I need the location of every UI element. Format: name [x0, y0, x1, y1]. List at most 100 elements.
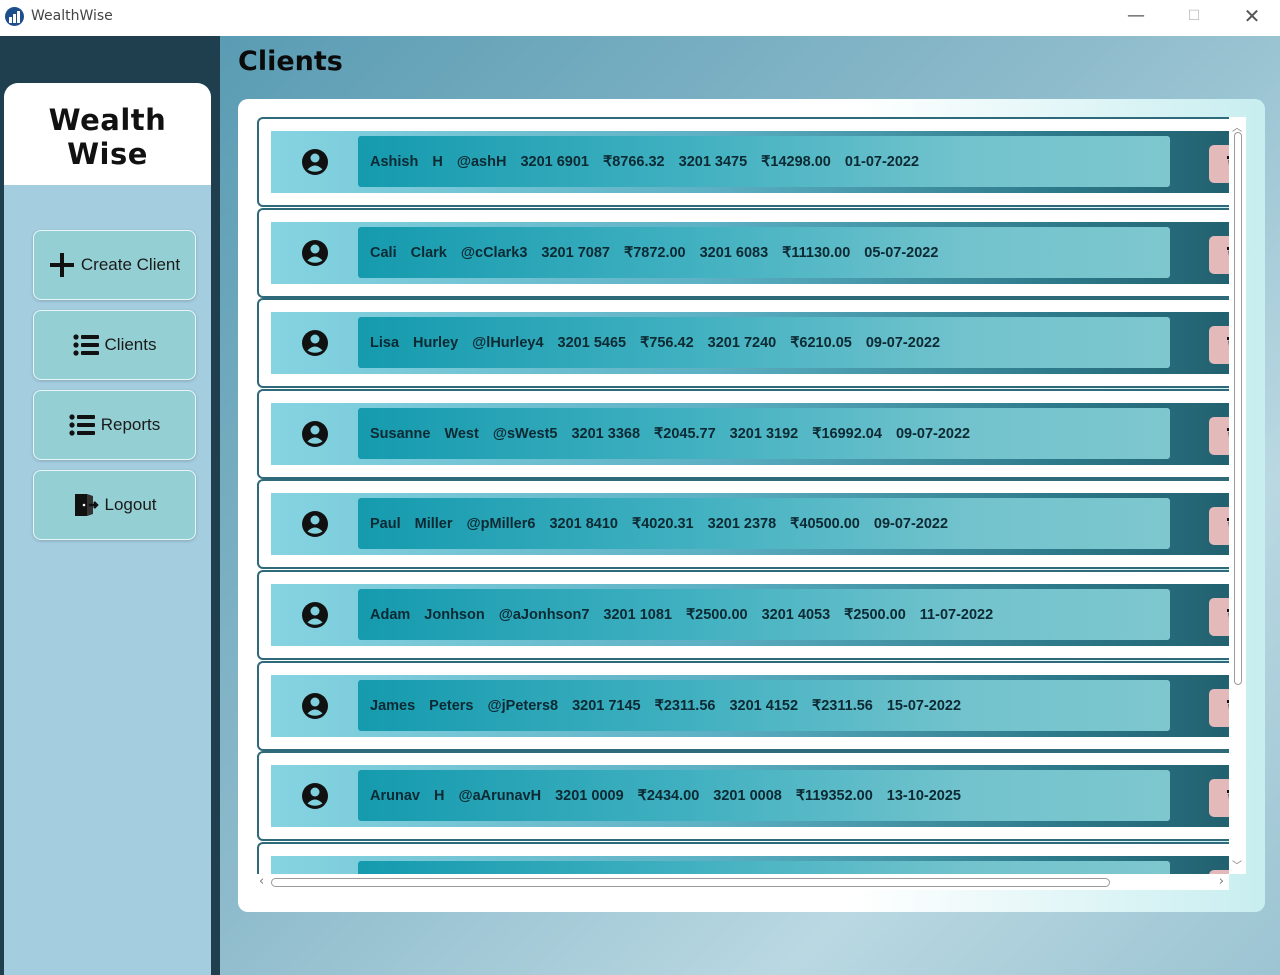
logout-button[interactable]: Logout [33, 470, 196, 540]
client-account2: 3201 2378 [707, 515, 777, 532]
reports-label: Reports [100, 415, 161, 434]
client-handle: @ashH [456, 153, 507, 170]
client-balance1: ₹2045.77 [654, 425, 716, 442]
client-account2: 3201 3475 [678, 153, 748, 170]
client-row-band: Paul Miller @pMiller6 3201 8410 ₹4020.31 3201… [271, 493, 1229, 555]
delete-client-button[interactable] [1209, 689, 1229, 727]
plus-icon [49, 253, 74, 277]
horizontal-scroll-thumb[interactable] [271, 878, 1110, 887]
client-row-band: Susanne West @sWest5 3201 3368 ₹2045.77 3201 … [271, 403, 1229, 465]
delete-client-button[interactable] [1209, 779, 1229, 817]
client-info[interactable]: Arunav H @aArunavH 3201 0009 ₹2434.00 3201 00… [358, 770, 1170, 821]
scroll-right-icon[interactable]: › [1219, 874, 1224, 889]
client-first: Paul [370, 515, 401, 532]
client-list[interactable]: Ashish H @ashH 3201 6901 ₹8766.32 3201 3475 ₹1… [257, 117, 1229, 874]
client-row[interactable]: Lisa Hurley @lHurley4 3201 5465 ₹756.42 3201 … [257, 298, 1229, 388]
client-row-band: Ashish H @ashH 3201 6901 ₹8766.32 3201 3475 ₹1… [271, 131, 1229, 193]
client-info[interactable]: James Peters @jPeters8 3201 7145 ₹2311.56 320… [358, 680, 1170, 731]
client-account1: 3201 7087 [541, 244, 610, 261]
vertical-scroll-thumb[interactable] [1234, 132, 1242, 685]
client-last: Miller [414, 515, 453, 532]
left-frame: Wealth Wise Create Client Clients Report… [0, 36, 220, 975]
client-row[interactable] [257, 842, 1229, 874]
client-row[interactable]: Susanne West @sWest5 3201 3368 ₹2045.77 3201 … [257, 389, 1229, 479]
client-info[interactable]: Ashish H @ashH 3201 6901 ₹8766.32 3201 3475 ₹1… [358, 136, 1170, 187]
user-avatar-icon [302, 240, 328, 266]
user-avatar-icon [302, 149, 328, 175]
delete-client-button[interactable] [1209, 598, 1229, 636]
delete-client-button[interactable] [1209, 326, 1229, 364]
client-info[interactable]: Adam Jonhson @aJonhson7 3201 1081 ₹2500.00 32… [358, 589, 1170, 640]
clients-button[interactable]: Clients [33, 310, 196, 380]
client-account2: 3201 4053 [761, 606, 831, 623]
client-handle: @aArunavH [458, 787, 542, 804]
maximize-button[interactable]: ☐ [1165, 0, 1223, 34]
client-info[interactable]: Cali Clark @cClark3 3201 7087 ₹7872.00 3201 6… [358, 227, 1170, 278]
client-row[interactable]: James Peters @jPeters8 3201 7145 ₹2311.56 320… [257, 661, 1229, 751]
client-row-band: Adam Jonhson @aJonhson7 3201 1081 ₹2500.00 32… [271, 584, 1229, 646]
client-balance2: ₹2500.00 [844, 606, 906, 623]
user-avatar-icon [302, 693, 328, 719]
create-client-label: Create Client [80, 255, 181, 274]
client-last: Clark [410, 244, 447, 261]
client-balance1: ₹7872.00 [623, 244, 686, 261]
client-row[interactable]: Ashish H @ashH 3201 6901 ₹8766.32 3201 3475 ₹1… [257, 117, 1229, 207]
client-date: 09-07-2022 [865, 334, 941, 351]
client-date: 09-07-2022 [873, 515, 949, 532]
client-account2: 3201 3192 [729, 425, 799, 442]
client-handle: @aJonhson7 [498, 606, 590, 623]
app-logo-icon [5, 7, 24, 26]
client-row[interactable]: Cali Clark @cClark3 3201 7087 ₹7872.00 3201 6… [257, 208, 1229, 298]
client-account2: 3201 6083 [699, 244, 769, 261]
client-date: 05-07-2022 [864, 244, 939, 261]
client-row[interactable]: Adam Jonhson @aJonhson7 3201 1081 ₹2500.00 32… [257, 570, 1229, 660]
user-avatar-icon [302, 783, 328, 809]
client-first: Ashish [370, 153, 419, 170]
client-last: Hurley [413, 334, 459, 351]
client-balance2: ₹6210.05 [790, 334, 852, 351]
vertical-scrollbar[interactable]: ︿ ﹀ [1229, 117, 1246, 874]
client-balance2: ₹14298.00 [761, 153, 831, 170]
client-account2: 3201 7240 [707, 334, 777, 351]
client-row[interactable]: Arunav H @aArunavH 3201 0009 ₹2434.00 3201 00… [257, 751, 1229, 841]
title-bar: WealthWise — ☐ ✕ [0, 0, 1280, 36]
client-handle: @pMiller6 [466, 515, 536, 532]
client-info[interactable]: Paul Miller @pMiller6 3201 8410 ₹4020.31 3201… [358, 498, 1170, 549]
client-account1: 3201 7145 [572, 697, 641, 714]
create-client-button[interactable]: Create Client [33, 230, 196, 300]
delete-client-button[interactable] [1209, 507, 1229, 545]
client-row[interactable]: Paul Miller @pMiller6 3201 8410 ₹4020.31 3201… [257, 479, 1229, 569]
door-exit-icon [74, 494, 99, 516]
client-row-band: Arunav H @aArunavH 3201 0009 ₹2434.00 3201 00… [271, 765, 1229, 827]
client-info[interactable]: Lisa Hurley @lHurley4 3201 5465 ₹756.42 3201 … [358, 317, 1170, 368]
logout-label: Logout [104, 495, 157, 514]
client-info[interactable] [358, 861, 1170, 874]
client-last: Jonhson [424, 606, 485, 623]
client-balance1: ₹756.42 [640, 334, 694, 351]
client-balance2: ₹11130.00 [782, 244, 851, 261]
reports-button[interactable]: Reports [33, 390, 196, 460]
client-date: 15-07-2022 [886, 697, 962, 714]
main-area: Clients Ashish H @ashH 3201 6901 ₹8766.32 320… [220, 36, 1280, 975]
delete-client-button[interactable] [1209, 145, 1229, 183]
close-button[interactable]: ✕ [1223, 0, 1280, 34]
client-info[interactable]: Susanne West @sWest5 3201 3368 ₹2045.77 3201 … [358, 408, 1170, 459]
app-logo-text: Wealth Wise [48, 103, 167, 171]
client-last: West [444, 425, 479, 442]
delete-client-button[interactable] [1209, 417, 1229, 455]
client-account2: 3201 0008 [713, 787, 782, 804]
client-balance2: ₹119352.00 [795, 787, 873, 804]
client-first: Cali [370, 244, 397, 261]
delete-client-button[interactable] [1209, 236, 1229, 274]
client-account1: 3201 8410 [549, 515, 618, 532]
scroll-left-icon[interactable]: ‹ [259, 874, 264, 889]
minimize-button[interactable]: — [1107, 0, 1165, 34]
client-account1: 3201 6901 [520, 153, 589, 170]
clients-label: Clients [104, 335, 157, 354]
scroll-down-icon[interactable]: ﹀ [1232, 857, 1242, 872]
client-balance1: ₹8766.32 [602, 153, 665, 170]
logo-card: Wealth Wise [4, 83, 211, 185]
horizontal-scrollbar[interactable]: ‹ › [257, 874, 1229, 890]
client-account1: 3201 5465 [557, 334, 627, 351]
client-balance1: ₹4020.31 [631, 515, 694, 532]
